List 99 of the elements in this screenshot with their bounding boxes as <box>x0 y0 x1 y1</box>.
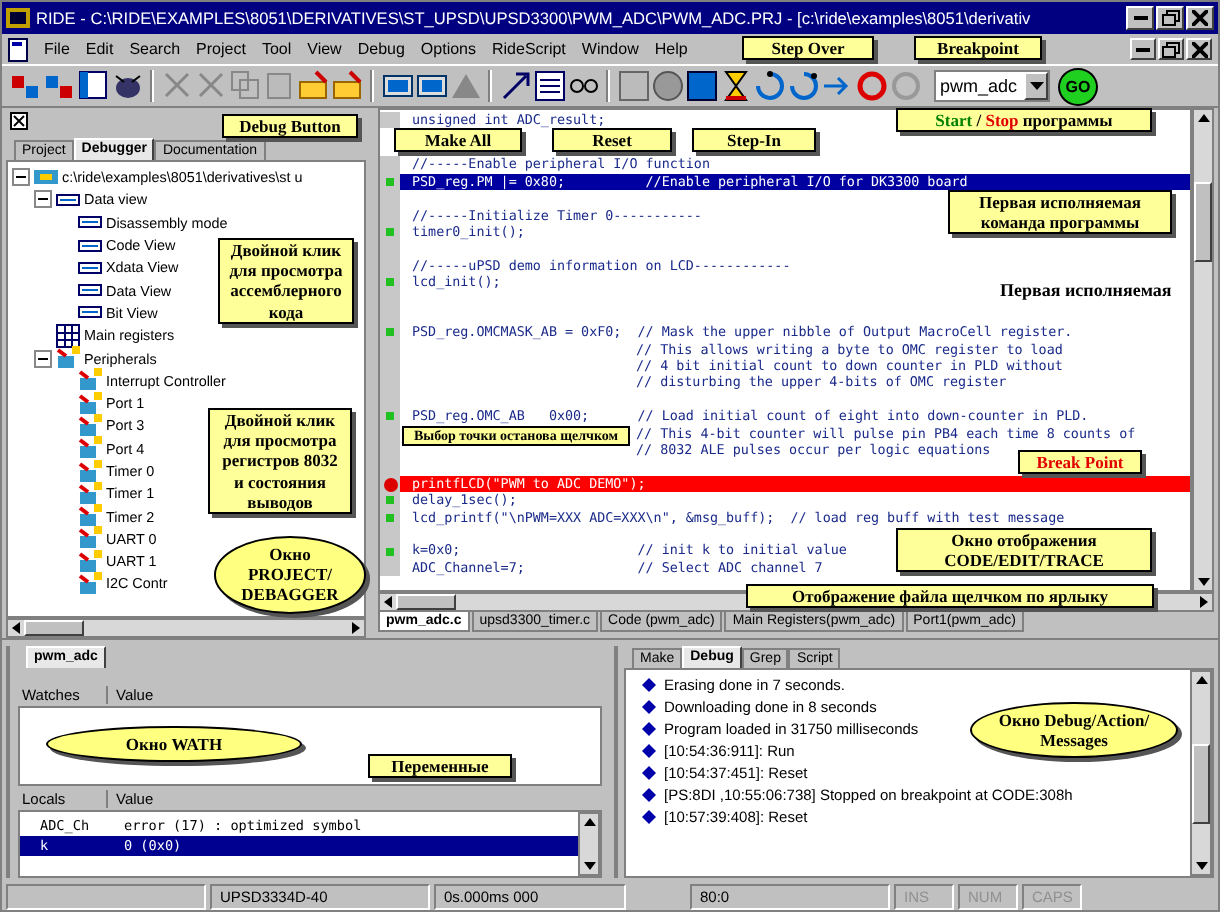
collapse-icon[interactable] <box>12 168 30 187</box>
breakpoint-icon <box>889 70 921 102</box>
callout-label: Step Over <box>742 36 874 61</box>
target-dropdown[interactable]: pwm_adc <box>934 70 1050 102</box>
grid-icon <box>56 323 80 348</box>
device-icon <box>78 413 102 438</box>
device-icon <box>78 391 102 416</box>
device-icon <box>78 526 102 551</box>
bug-icon <box>111 70 143 102</box>
folder-icon <box>297 70 329 102</box>
window-button[interactable] <box>76 68 110 104</box>
menu-item[interactable]: Help <box>654 40 688 58</box>
down-arrow-icon <box>583 862 595 870</box>
callout-label: Debug Button <box>222 114 358 139</box>
callout-label: Переменные <box>368 754 512 779</box>
device-icon <box>78 436 102 461</box>
callout-label: Первая исполняемая команда программы <box>948 190 1172 235</box>
device-icon <box>78 368 102 393</box>
vertical-scrollbar[interactable] <box>1190 670 1212 876</box>
up-arrow-icon <box>1197 114 1209 122</box>
annotation-text: Первая исполняемая <box>998 280 1174 302</box>
project-icon <box>43 70 75 102</box>
hourglass-button[interactable] <box>718 68 752 104</box>
step-icon <box>787 70 819 102</box>
breakpoint-icon <box>855 70 887 102</box>
callout-label: Break Point <box>1018 450 1142 475</box>
callout-label: Make All <box>394 128 522 153</box>
folder-button[interactable] <box>296 68 330 104</box>
callout-label: Start / Stop программы <box>896 108 1152 133</box>
menu-item[interactable]: File <box>44 40 70 58</box>
scroll-thumb[interactable] <box>24 620 84 636</box>
callout-label: Двойной клик для просмотра ассемблерного кода <box>218 238 354 324</box>
go-button[interactable]: GO <box>1058 67 1098 105</box>
collapse-icon[interactable] <box>34 349 52 368</box>
copy-icon <box>229 70 261 102</box>
list-button[interactable] <box>532 68 566 104</box>
hourglass-icon <box>719 70 751 102</box>
device-icon <box>78 572 102 596</box>
device-icon <box>78 459 102 484</box>
step-button[interactable] <box>786 68 820 104</box>
callout-label: Отображение файла щелчком по ярлыку <box>746 584 1154 609</box>
minimize-icon <box>1133 16 1147 20</box>
menu-item[interactable]: Project <box>196 40 246 58</box>
callout-label: Step-In <box>692 128 816 153</box>
right-arrow-icon <box>352 622 360 634</box>
scroll-thumb[interactable] <box>396 594 456 610</box>
device-icon <box>78 504 102 529</box>
left-arrow-icon <box>12 622 20 634</box>
callout-label: Окно отображения CODE/EDIT/TRACE <box>896 528 1152 573</box>
horizontal-scrollbar[interactable] <box>6 618 366 638</box>
close-icon <box>1191 41 1207 57</box>
step-button[interactable] <box>752 68 786 104</box>
left-arrow-icon <box>384 596 392 608</box>
dropdown-arrow-icon <box>1029 82 1043 90</box>
down-arrow-icon <box>1195 862 1207 870</box>
app-icon <box>6 8 30 28</box>
vertical-scrollbar[interactable] <box>578 812 600 876</box>
menu-item[interactable]: Window <box>581 40 639 58</box>
device-icon <box>56 346 80 371</box>
right-arrow-icon <box>1200 596 1208 608</box>
window-icon <box>77 70 109 102</box>
menu-item[interactable]: View <box>307 40 342 58</box>
breakpoint-button[interactable] <box>854 68 888 104</box>
up-arrow-icon <box>1195 676 1207 684</box>
minimize-button[interactable] <box>1126 6 1154 30</box>
window-title: RIDE - C:\RIDE\EXAMPLES\8051\DERIVATIVES\ST_UPSD\UPSD3300\PWM_ADC\PWM_ADC.PRJ - [c:\ride\examples\8051\derivativ <box>36 8 1033 28</box>
step-icon <box>753 70 785 102</box>
callout-label: Reset <box>552 128 672 153</box>
arrow-icon <box>499 70 531 102</box>
up-arrow-icon <box>583 818 595 826</box>
close-icon <box>1192 10 1208 26</box>
menu-item[interactable]: RideScript <box>492 40 566 58</box>
device-icon <box>78 481 102 506</box>
callout-label: Двойной клик для просмотра регистров 8032 и состояния выводов <box>208 408 352 514</box>
down-arrow-icon <box>1197 578 1209 586</box>
menu-item[interactable]: Edit <box>85 40 114 58</box>
collapse-icon[interactable] <box>34 190 52 209</box>
menu-item[interactable]: Debug <box>357 40 405 58</box>
device-icon <box>78 549 102 574</box>
project-icon <box>9 70 41 102</box>
menu-item[interactable]: Search <box>129 40 181 58</box>
restore-button[interactable] <box>1158 38 1184 60</box>
scroll-thumb[interactable] <box>1194 182 1212 262</box>
minimize-icon <box>1136 47 1150 51</box>
minimize-button[interactable] <box>1130 38 1156 60</box>
close-icon[interactable] <box>10 112 28 130</box>
list-icon <box>533 70 565 102</box>
callout-label: Breakpoint <box>914 36 1042 61</box>
restore-button[interactable] <box>1156 6 1184 30</box>
menu-item[interactable]: Options <box>420 40 476 58</box>
close-button[interactable] <box>1186 38 1212 60</box>
scroll-thumb[interactable] <box>1192 744 1210 824</box>
arrow-button[interactable] <box>498 68 532 104</box>
folder-icon <box>331 70 363 102</box>
folder-button[interactable] <box>330 68 364 104</box>
menu-item[interactable]: Tool <box>261 40 292 58</box>
vertical-scrollbar[interactable] <box>1192 108 1214 592</box>
close-button[interactable] <box>1186 6 1214 30</box>
triangle-icon <box>449 70 481 102</box>
